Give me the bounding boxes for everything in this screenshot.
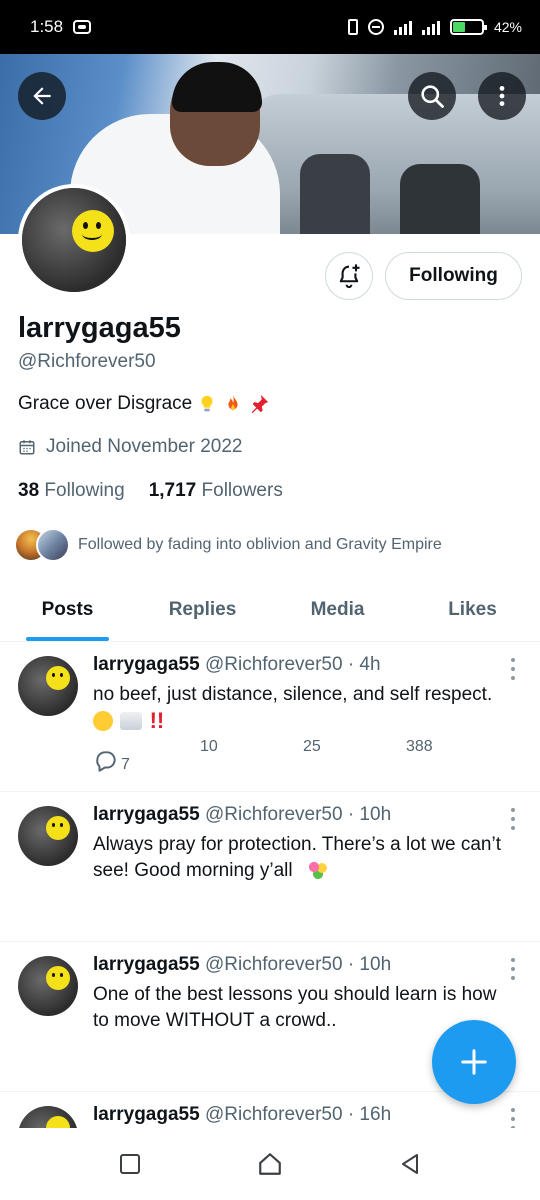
fire-emoji <box>228 394 238 411</box>
recents-icon[interactable] <box>118 1152 142 1176</box>
joined-text: Joined November 2022 <box>46 436 243 457</box>
more-vertical-icon <box>499 86 505 106</box>
post-author-name[interactable]: larrygaga55 <box>93 954 200 975</box>
game-controller-icon <box>73 20 92 34</box>
bouquet-emoji <box>307 860 328 881</box>
followed-by-text: Followed by fading into oblivion and Gra… <box>78 536 442 553</box>
post-author-handle: @Richforever50 <box>204 954 343 975</box>
more-options-button[interactable] <box>478 72 526 120</box>
followers-count-link[interactable]: 1,717 Followers <box>149 480 283 502</box>
tab-media[interactable]: Media <box>270 578 405 641</box>
compose-post-button[interactable] <box>432 1020 516 1104</box>
double-exclamation-emoji: !! <box>149 708 165 733</box>
status-time: 1:58 <box>30 17 64 36</box>
lightbulb-emoji <box>201 395 213 412</box>
vibrate-icon <box>347 19 358 35</box>
post-header: larrygaga55 @Richforever50 · 16h <box>93 1104 391 1126</box>
post-header: larrygaga55 @Richforever50 · 4h <box>93 654 381 676</box>
search-button[interactable] <box>408 72 456 120</box>
mutual-avatar-2 <box>36 528 70 562</box>
post-author-name[interactable]: larrygaga55 <box>93 1104 200 1125</box>
profile-tabs: Posts Replies Media Likes <box>0 578 540 642</box>
battery-icon <box>449 19 487 35</box>
followers-label: Followers <box>201 480 283 501</box>
signal-icon <box>393 19 412 35</box>
post-avatar[interactable] <box>18 956 78 1016</box>
signal-icon-2 <box>421 19 440 35</box>
banner-seat-2 <box>400 164 480 234</box>
profile-handle: @Richforever50 <box>18 351 156 372</box>
mutual-avatars <box>14 526 70 564</box>
post-time: · 16h <box>347 1104 392 1125</box>
post-text: Always pray for protection. There’s a lo… <box>93 834 501 881</box>
calendar-icon <box>19 440 35 455</box>
banner-hair <box>172 62 262 112</box>
smiley-sticker <box>72 210 114 252</box>
search-icon <box>421 85 444 108</box>
system-nav-bar <box>0 1128 540 1200</box>
followers-count: 1,717 <box>148 480 197 501</box>
profile-avatar[interactable] <box>18 184 130 296</box>
post-avatar[interactable] <box>18 1106 78 1128</box>
post-author-handle: @Richforever50 <box>204 804 343 825</box>
post-time: · 10h <box>347 804 392 825</box>
post-more-icon[interactable] <box>510 658 516 680</box>
like-count[interactable]: 25 <box>303 738 321 756</box>
reply-action[interactable]: 7 <box>93 748 130 774</box>
pushpin-emoji <box>251 394 269 414</box>
notification-bell-button[interactable] <box>325 252 373 300</box>
post-text: no beef, just distance, silence, and sel… <box>93 684 493 733</box>
do-not-disturb-icon <box>367 19 384 35</box>
status-icons: 42% <box>347 19 522 35</box>
profile-bio: Grace over Disgrace <box>18 393 270 415</box>
following-count: 38 <box>18 480 40 501</box>
retweet-count[interactable]: 10 <box>200 738 218 756</box>
post[interactable]: larrygaga55 @Richforever50 · 4h no beef,… <box>0 642 540 792</box>
follow-counts: 38 Following 1,717 Followers <box>18 480 283 502</box>
display-name: larrygaga55 <box>18 312 181 344</box>
post-author-handle: @Richforever50 <box>204 1104 343 1125</box>
face-without-mouth-emoji <box>93 711 113 731</box>
reply-icon <box>96 751 116 772</box>
following-count-link[interactable]: 38 Following <box>18 480 125 502</box>
tab-likes[interactable]: Likes <box>405 578 540 641</box>
followed-by[interactable]: Followed by fading into oblivion and Gra… <box>14 526 442 564</box>
fog-emoji <box>120 712 143 730</box>
post[interactable]: larrygaga55 @Richforever50 · 10h Always … <box>0 792 540 942</box>
post-avatar[interactable] <box>18 806 78 866</box>
post-time: · 4h <box>347 654 381 675</box>
tab-replies[interactable]: Replies <box>135 578 270 641</box>
post-author-handle: @Richforever50 <box>204 654 343 675</box>
following-label: Following <box>44 480 125 501</box>
post-time: · 10h <box>347 954 392 975</box>
post-avatar[interactable] <box>18 656 78 716</box>
back-arrow-icon <box>33 87 51 105</box>
post-header: larrygaga55 @Richforever50 · 10h <box>93 804 391 826</box>
back-triangle-icon[interactable] <box>398 1152 422 1176</box>
reply-count: 7 <box>121 756 130 773</box>
post-author-name[interactable]: larrygaga55 <box>93 654 200 675</box>
joined-date: Joined November 2022 <box>18 436 242 458</box>
status-bar: 1:58 42% <box>0 0 540 54</box>
banner-seat <box>300 154 370 234</box>
home-icon[interactable] <box>257 1151 283 1177</box>
post-header: larrygaga55 @Richforever50 · 10h <box>93 954 391 976</box>
notification-bell-plus-icon <box>339 264 360 289</box>
post-more-icon[interactable] <box>510 958 516 980</box>
post-more-icon[interactable] <box>510 808 516 830</box>
battery-percent: 42% <box>493 19 522 35</box>
view-count[interactable]: 388 <box>406 738 433 756</box>
bio-text: Grace over Disgrace <box>18 393 193 414</box>
following-button[interactable]: Following <box>385 252 522 300</box>
post-more-icon[interactable] <box>510 1108 516 1128</box>
plus-icon <box>461 1049 487 1075</box>
post-author-name[interactable]: larrygaga55 <box>93 804 200 825</box>
tab-posts[interactable]: Posts <box>0 578 135 641</box>
back-button[interactable] <box>18 72 66 120</box>
